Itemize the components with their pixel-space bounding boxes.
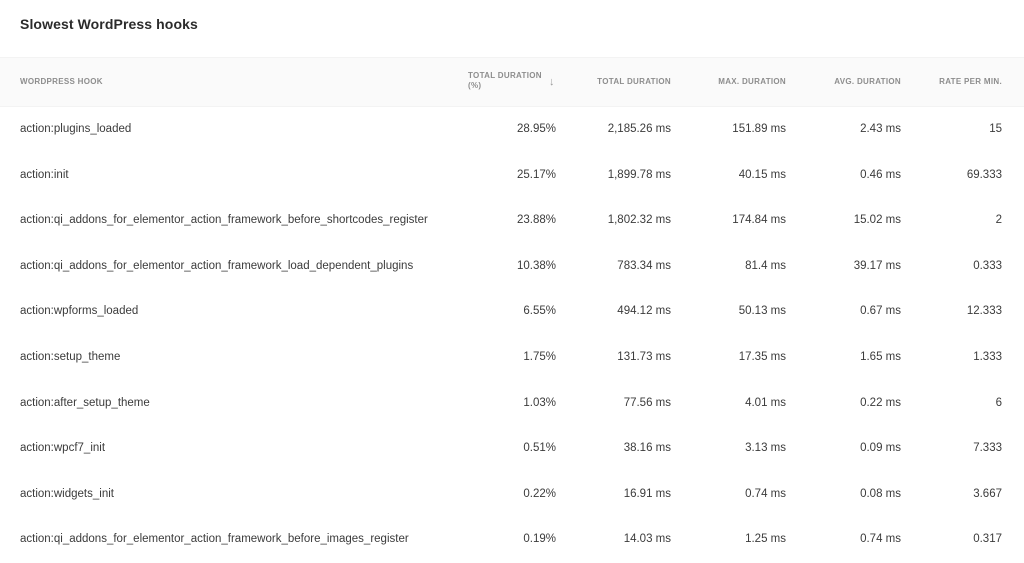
max-duration-cell: 3.13 ms <box>745 442 786 455</box>
max-duration-cell: 174.84 ms <box>732 214 786 227</box>
avg-duration-cell: 1.65 ms <box>860 350 901 363</box>
total-duration-percent-cell: 0.22% <box>523 487 556 500</box>
table-row: action:init 25.17% 1,899.78 ms 40.15 ms 0.46… <box>0 153 1024 199</box>
table-header: WORDPRESS HOOK TOTAL DURATION (%) ↓ TOTA… <box>0 57 1024 107</box>
rate-per-min-cell: 2 <box>995 214 1002 227</box>
avg-duration-cell: 15.02 ms <box>853 214 901 227</box>
total-duration-cell: 783.34 ms <box>617 259 671 272</box>
hook-name-cell: action:qi_addons_for_elementor_action_fr… <box>20 214 428 227</box>
rate-per-min-cell: 12.333 <box>966 305 1002 318</box>
column-header-avg-duration[interactable]: AVG. DURATION <box>834 77 901 87</box>
column-header-rate-per-min[interactable]: RATE PER MIN. <box>939 77 1002 87</box>
table-body: action:plugins_loaded 28.95% 2,185.26 ms 15… <box>0 107 1024 563</box>
total-duration-percent-cell: 1.75% <box>523 350 556 363</box>
avg-duration-cell: 0.46 ms <box>860 168 901 181</box>
column-header-total-duration[interactable]: TOTAL DURATION <box>597 77 671 87</box>
table-row: action:setup_theme 1.75% 131.73 ms 17.35 ms… <box>0 335 1024 381</box>
max-duration-cell: 50.13 ms <box>738 305 786 318</box>
total-duration-cell: 1,899.78 ms <box>607 168 671 181</box>
total-duration-percent-cell: 6.55% <box>523 305 556 318</box>
avg-duration-cell: 39.17 ms <box>853 259 901 272</box>
max-duration-cell: 81.4 ms <box>745 259 786 272</box>
total-duration-percent-cell: 0.51% <box>523 442 556 455</box>
table-row: action:qi_addons_for_elementor_action_fr… <box>0 517 1024 563</box>
total-duration-percent-cell: 10.38% <box>516 259 556 272</box>
hook-name-cell: action:widgets_init <box>20 487 114 500</box>
hook-name-cell: action:wpforms_loaded <box>20 305 139 318</box>
total-duration-cell: 1,802.32 ms <box>607 214 671 227</box>
avg-duration-cell: 0.09 ms <box>860 442 901 455</box>
avg-duration-cell: 0.08 ms <box>860 487 901 500</box>
total-duration-cell: 77.56 ms <box>623 396 671 409</box>
total-duration-cell: 131.73 ms <box>617 350 671 363</box>
rate-per-min-cell: 0.333 <box>973 259 1002 272</box>
table-row: action:widgets_init 0.22% 16.91 ms 0.74 ms 0… <box>0 472 1024 518</box>
rate-per-min-cell: 7.333 <box>973 442 1002 455</box>
rate-per-min-cell: 6 <box>995 396 1002 409</box>
hook-name-cell: action:wpcf7_init <box>20 442 106 455</box>
total-duration-percent-cell: 23.88% <box>516 214 556 227</box>
max-duration-cell: 17.35 ms <box>738 350 786 363</box>
avg-duration-cell: 0.22 ms <box>860 396 901 409</box>
rate-per-min-cell: 1.333 <box>973 350 1002 363</box>
total-duration-cell: 14.03 ms <box>623 533 671 546</box>
hook-name-cell: action:plugins_loaded <box>20 123 132 135</box>
avg-duration-cell: 2.43 ms <box>860 123 901 135</box>
table-row: action:after_setup_theme 1.03% 77.56 ms 4.0… <box>0 381 1024 427</box>
table-row: action:wpcf7_init 0.51% 38.16 ms 3.13 ms 0.0… <box>0 426 1024 472</box>
table-row: action:wpforms_loaded 6.55% 494.12 ms 50.13… <box>0 289 1024 335</box>
table-row: action:qi_addons_for_elementor_action_fr… <box>0 198 1024 244</box>
total-duration-cell: 38.16 ms <box>623 442 671 455</box>
rate-per-min-cell: 69.333 <box>966 168 1002 181</box>
hook-name-cell: action:qi_addons_for_elementor_action_fr… <box>20 259 414 272</box>
column-header-wordpress-hook[interactable]: WORDPRESS HOOK <box>20 77 103 87</box>
avg-duration-cell: 0.67 ms <box>860 305 901 318</box>
sort-descending-icon[interactable]: ↓ <box>549 76 555 88</box>
total-duration-cell: 16.91 ms <box>623 487 671 500</box>
hook-name-cell: action:init <box>20 168 69 181</box>
page-title: Slowest WordPress hooks <box>20 16 198 32</box>
column-header-max-duration[interactable]: MAX. DURATION <box>718 77 786 87</box>
max-duration-cell: 1.25 ms <box>745 533 786 546</box>
total-duration-cell: 2,185.26 ms <box>607 123 671 135</box>
total-duration-percent-cell: 28.95% <box>516 123 556 135</box>
hook-name-cell: action:after_setup_theme <box>20 396 150 409</box>
max-duration-cell: 40.15 ms <box>738 168 786 181</box>
table-row: action:qi_addons_for_elementor_action_fr… <box>0 244 1024 290</box>
total-duration-percent-cell: 25.17% <box>516 168 556 181</box>
rate-per-min-cell: 3.667 <box>973 487 1002 500</box>
max-duration-cell: 4.01 ms <box>745 396 786 409</box>
rate-per-min-cell: 0.317 <box>973 533 1002 546</box>
avg-duration-cell: 0.74 ms <box>860 533 901 546</box>
hook-name-cell: action:qi_addons_for_elementor_action_fr… <box>20 533 409 546</box>
column-header-total-duration-percent[interactable]: TOTAL DURATION (%) <box>468 71 548 91</box>
total-duration-percent-cell: 1.03% <box>523 396 556 409</box>
max-duration-cell: 151.89 ms <box>732 123 786 135</box>
table-row: action:plugins_loaded 28.95% 2,185.26 ms 15… <box>0 107 1024 153</box>
max-duration-cell: 0.74 ms <box>745 487 786 500</box>
hooks-table: WORDPRESS HOOK TOTAL DURATION (%) ↓ TOTA… <box>0 57 1024 563</box>
hook-name-cell: action:setup_theme <box>20 350 121 363</box>
total-duration-cell: 494.12 ms <box>617 305 671 318</box>
total-duration-percent-cell: 0.19% <box>523 533 556 546</box>
rate-per-min-cell: 15 <box>989 123 1002 135</box>
